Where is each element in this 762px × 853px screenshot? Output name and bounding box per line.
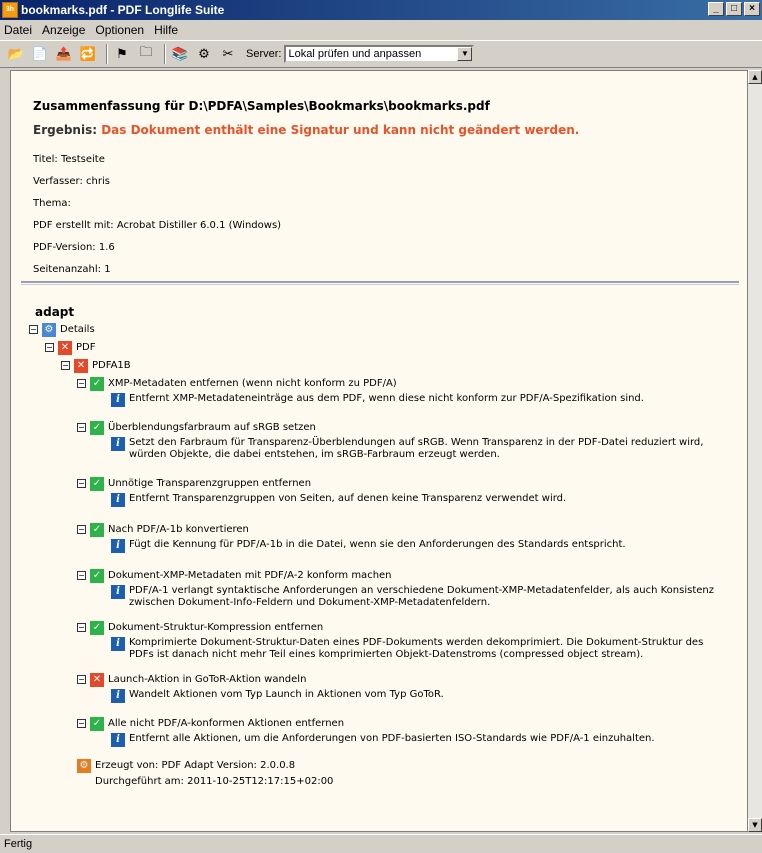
maximize-button[interactable]: □ — [726, 2, 742, 16]
action-title: Alle nicht PDF/A-konformen Aktionen entf… — [108, 718, 345, 729]
meta-pages: Seitenanzahl: 1 — [33, 264, 111, 275]
pdf-icon[interactable]: 📄 — [30, 44, 50, 64]
fail-icon: ✕ — [74, 359, 88, 373]
toolbar: 📂 📄 📤 🔁 ⚑ 🗀 📚 ⚙ ✂ Server: Lokal prüfen u… — [0, 40, 762, 68]
collapse-toggle[interactable]: − — [61, 361, 70, 370]
result-text: Das Dokument enthält eine Signatur und k… — [101, 123, 580, 137]
details-icon: ⚙ — [42, 323, 56, 337]
summary-title: Zusammenfassung für D:\PDFA\Samples\Book… — [33, 99, 490, 113]
info-icon: i — [111, 689, 125, 703]
collapse-toggle[interactable]: − — [77, 719, 86, 728]
collapse-toggle[interactable]: − — [45, 343, 54, 352]
info-icon: i — [111, 585, 125, 599]
result-label: Ergebnis: — [33, 123, 98, 137]
status-bar: Fertig — [0, 834, 762, 852]
collapse-toggle[interactable]: − — [77, 675, 86, 684]
app-icon: 3h — [2, 2, 18, 18]
minimize-button[interactable]: _ — [708, 2, 724, 16]
meta-author: Verfasser: chris — [33, 176, 110, 187]
meta-version: PDF-Version: 1.6 — [33, 242, 115, 253]
info-icon: i — [111, 539, 125, 553]
generator-icon: ⚙ — [77, 759, 91, 773]
scroll-down-icon[interactable]: ▼ — [748, 818, 762, 832]
menu-anzeige[interactable]: Anzeige — [42, 23, 85, 37]
action-description: Komprimierte Dokument-Struktur-Daten ein… — [129, 637, 704, 660]
open-icon[interactable]: 📂 — [6, 44, 26, 64]
check-icon: ✓ — [90, 569, 104, 583]
collapse-toggle[interactable]: − — [77, 623, 86, 632]
action-title: Überblendungsfarbraum auf sRGB setzen — [108, 422, 316, 433]
section-divider — [21, 281, 739, 285]
server-select[interactable]: Lokal prüfen und anpassen ▼ — [284, 45, 475, 63]
collapse-toggle[interactable]: − — [77, 571, 86, 580]
action-title: Unnötige Transparenzgruppen entfernen — [108, 478, 312, 489]
server-select-value: Lokal prüfen und anpassen — [288, 48, 422, 60]
menu-hilfe[interactable]: Hilfe — [154, 23, 178, 37]
tools-icon[interactable]: ✂ — [218, 44, 238, 64]
fail-icon: ✕ — [90, 673, 104, 687]
window-title-bar: 3h bookmarks.pdf - PDF Longlife Suite _ … — [0, 0, 762, 20]
check-icon: ✓ — [90, 477, 104, 491]
check-icon: ✓ — [90, 377, 104, 391]
action-title: XMP-Metadaten entfernen (wenn nicht konf… — [108, 378, 397, 389]
info-icon: i — [111, 637, 125, 651]
fail-icon: ✕ — [58, 341, 72, 355]
action-description: Setzt den Farbraum für Transparenz-Überb… — [129, 437, 704, 460]
dropdown-arrow-icon[interactable]: ▼ — [457, 47, 473, 61]
vertical-scrollbar[interactable]: ▲ ▼ — [748, 70, 762, 832]
report-content: Zusammenfassung für D:\PDFA\Samples\Book… — [10, 70, 748, 832]
action-description: PDF/A-1 verlangt syntaktische Anforderun… — [129, 585, 714, 608]
flag-icon[interactable]: ⚑ — [112, 44, 132, 64]
check-icon: ✓ — [90, 621, 104, 635]
check-icon: ✓ — [90, 421, 104, 435]
info-icon: i — [111, 493, 125, 507]
info-icon: i — [111, 733, 125, 747]
summary-section: Zusammenfassung für D:\PDFA\Samples\Book… — [33, 99, 579, 281]
action-title: Launch-Aktion in GoToR-Aktion wandeln — [108, 674, 307, 685]
action-title: Dokument-XMP-Metadaten mit PDF/A-2 konfo… — [108, 570, 392, 581]
info-icon: i — [111, 437, 125, 451]
convert-icon[interactable]: 🔁 — [78, 44, 98, 64]
menu-bar: Datei Anzeige Optionen Hilfe — [0, 20, 762, 40]
action-description: Entfernt XMP-Metadateneinträge aus dem P… — [129, 393, 644, 404]
details-label: Details — [60, 324, 95, 335]
meta-title: Titel: Testseite — [33, 154, 105, 165]
collapse-toggle[interactable]: − — [77, 525, 86, 534]
executed-text: Durchgeführt am: 2011-10-25T12:17:15+02:… — [95, 776, 334, 787]
action-description: Fügt die Kennung für PDF/A-1b in die Dat… — [129, 539, 626, 550]
window-title: bookmarks.pdf - PDF Longlife Suite — [21, 3, 225, 17]
process-icon[interactable]: ⚙ — [194, 44, 214, 64]
export-icon[interactable]: 📤 — [54, 44, 74, 64]
folder-icon[interactable]: 🗀 — [136, 44, 156, 64]
collapse-toggle[interactable]: − — [77, 423, 86, 432]
action-description: Entfernt alle Aktionen, um die Anforderu… — [129, 733, 655, 744]
close-button[interactable]: × — [744, 2, 760, 16]
check-icon: ✓ — [90, 523, 104, 537]
menu-datei[interactable]: Datei — [4, 23, 32, 37]
action-description: Entfernt Transparenzgruppen von Seiten, … — [129, 493, 567, 504]
pdf-label: PDF — [76, 342, 96, 353]
collapse-toggle[interactable]: − — [29, 325, 38, 334]
collapse-toggle[interactable]: − — [77, 479, 86, 488]
metadata-list: Titel: Testseite Verfasser: chris Thema:… — [33, 149, 579, 281]
meta-creator: PDF erstellt mit: Acrobat Distiller 6.0.… — [33, 220, 282, 231]
scroll-up-icon[interactable]: ▲ — [748, 70, 762, 84]
server-label: Server: — [246, 48, 282, 60]
collapse-toggle[interactable]: − — [77, 379, 86, 388]
action-title: Nach PDF/A-1b konvertieren — [108, 524, 249, 535]
action-title: Dokument-Struktur-Kompression entfernen — [108, 622, 324, 633]
book-icon[interactable]: 📚 — [170, 44, 190, 64]
action-description: Wandelt Aktionen vom Typ Launch in Aktio… — [129, 689, 444, 700]
info-icon: i — [111, 393, 125, 407]
generator-text: Erzeugt von: PDF Adapt Version: 2.0.0.8 — [95, 760, 296, 771]
check-icon: ✓ — [90, 717, 104, 731]
menu-optionen[interactable]: Optionen — [95, 23, 144, 37]
adapt-heading: adapt — [35, 305, 75, 319]
pdfa-label: PDFA1B — [92, 360, 131, 371]
meta-subject: Thema: — [33, 198, 71, 209]
